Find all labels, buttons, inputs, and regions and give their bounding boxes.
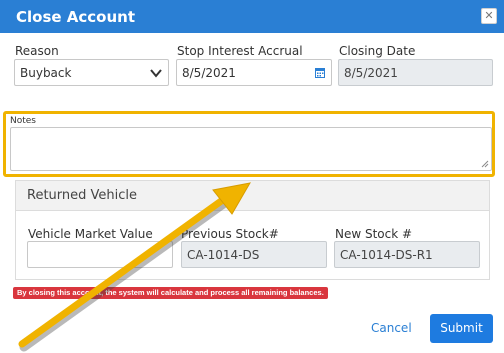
resize-grip-icon[interactable] <box>481 160 489 168</box>
reason-label: Reason <box>15 44 59 58</box>
reason-value: Buyback <box>20 66 72 80</box>
vehicle-market-value-label: Vehicle Market Value <box>28 227 153 241</box>
new-stock-field: CA-1014-DS-R1 <box>334 241 480 268</box>
new-stock-value: CA-1014-DS-R1 <box>340 248 433 262</box>
vehicle-market-value-input[interactable] <box>27 241 173 268</box>
dialog-title: Close Account <box>16 8 136 26</box>
stop-interest-date-input[interactable]: 8/5/2021 <box>176 59 332 86</box>
closing-date-field: 8/5/2021 <box>338 59 493 86</box>
previous-stock-value: CA-1014-DS <box>187 248 260 262</box>
notes-textarea[interactable] <box>10 127 492 171</box>
submit-button[interactable]: Submit <box>430 314 493 343</box>
new-stock-label: New Stock # <box>335 227 413 241</box>
returned-vehicle-title: Returned Vehicle <box>27 188 138 203</box>
close-icon: ✕ <box>484 9 494 22</box>
closing-date-label: Closing Date <box>339 44 416 58</box>
stop-interest-label: Stop Interest Accrual <box>177 44 303 58</box>
previous-stock-label: Previous Stock# <box>181 227 279 241</box>
calendar-icon[interactable] <box>315 67 325 78</box>
chevron-down-icon <box>150 69 162 78</box>
stop-interest-value: 8/5/2021 <box>182 66 236 80</box>
reason-select[interactable]: Buyback <box>14 59 169 86</box>
close-button[interactable]: ✕ <box>481 8 497 24</box>
closing-date-value: 8/5/2021 <box>344 66 398 80</box>
warning-banner: By closing this account, the system will… <box>13 287 328 299</box>
previous-stock-field: CA-1014-DS <box>181 241 327 268</box>
cancel-button[interactable]: Cancel <box>371 321 412 335</box>
notes-label: Notes <box>10 116 36 126</box>
